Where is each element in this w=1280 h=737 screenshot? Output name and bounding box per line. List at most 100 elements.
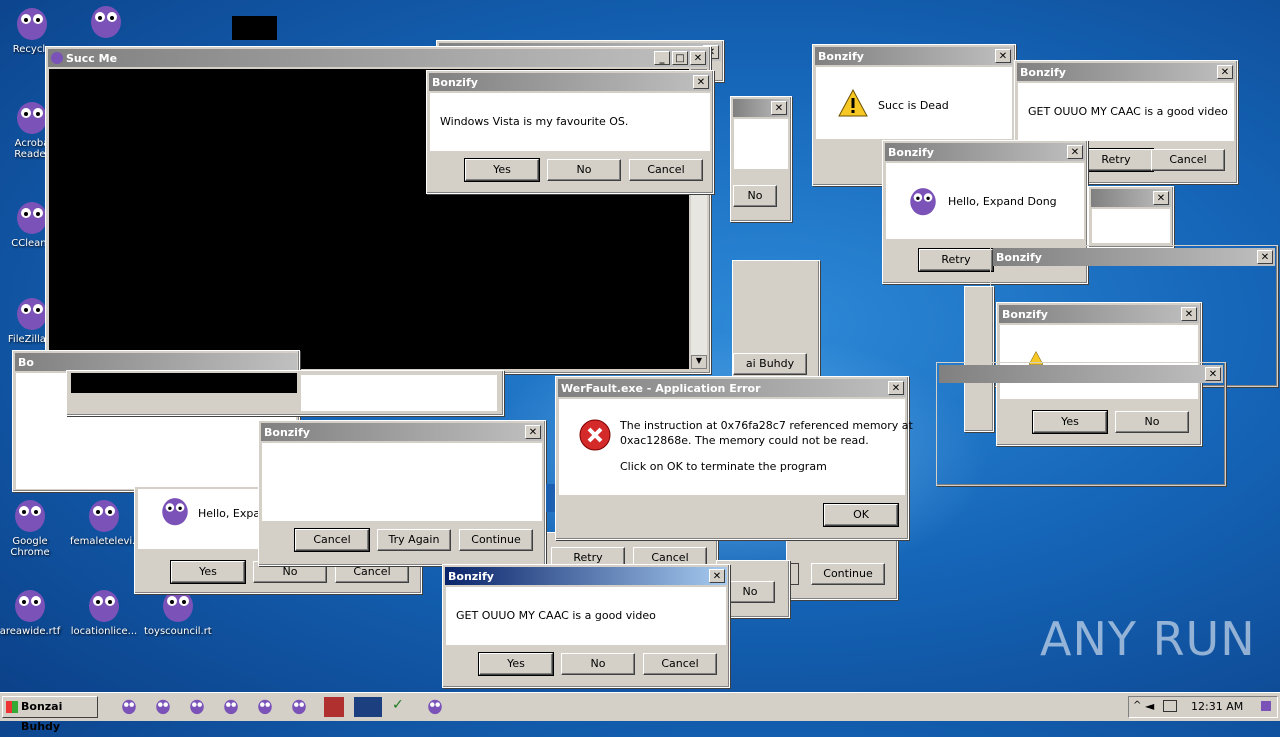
taskbar: Bonzai Buhdy ✓ ^ ◄ 12:31 AM <box>0 692 1280 733</box>
cancel-button[interactable]: Cancel <box>643 653 717 675</box>
desktop-icon-label: toyscouncil.rtf <box>144 626 212 637</box>
window-title: Bonzify <box>996 250 1042 264</box>
retry-button[interactable]: Retry <box>1078 148 1154 172</box>
bonzi-icon <box>91 6 121 38</box>
windows-logo-icon <box>6 701 18 713</box>
taskbar-app-icon[interactable] <box>324 697 344 717</box>
network-icon[interactable] <box>1163 700 1177 712</box>
system-tray: ^ ◄ 12:31 AM <box>1128 696 1278 718</box>
window-title: WerFault.exe - Application Error <box>561 381 761 395</box>
window-title: Bo <box>18 355 34 369</box>
no-button[interactable]: No <box>547 159 621 181</box>
desktop-icon-areawide[interactable]: areawide.rtf <box>0 584 64 637</box>
continue-button[interactable]: Continue <box>459 529 533 551</box>
taskbar-app-icon[interactable] <box>354 697 382 717</box>
bonzi-icon <box>910 188 936 216</box>
black-rect <box>232 16 277 40</box>
window-title: Bonzify <box>1002 307 1048 321</box>
close-icon[interactable]: ✕ <box>1217 65 1233 79</box>
minimize-icon[interactable]: _ <box>654 51 670 65</box>
window-left-back <box>66 370 504 416</box>
cancel-button[interactable]: Cancel <box>294 528 370 552</box>
message-text: Succ is Dead <box>878 99 949 112</box>
window-title: Bonzify <box>264 425 310 439</box>
error-line-3: Click on OK to terminate the program <box>620 460 827 473</box>
close-icon[interactable]: ✕ <box>1181 307 1197 321</box>
yes-button[interactable]: Yes <box>170 560 246 584</box>
desktop-icon-femaletelevi[interactable]: femaletelevi... <box>70 494 138 547</box>
taskbar-bonzi-icon[interactable] <box>154 697 174 717</box>
error-line-2: 0xac12868e. The memory could not be read… <box>620 434 869 447</box>
cancel-button[interactable]: Cancel <box>1151 149 1225 171</box>
window-try-again: Bonzify ✕ Cancel Try Again Continue <box>258 420 546 566</box>
taskbar-bonzi-icon[interactable] <box>188 697 208 717</box>
close-icon[interactable]: ✕ <box>709 569 725 583</box>
retry-button[interactable]: Retry <box>918 248 994 272</box>
start-button[interactable]: Bonzai Buhdy <box>2 696 98 733</box>
desktop-icon-label: femaletelevi... <box>70 536 138 547</box>
desktop-icon-chrome[interactable]: Google Chrome <box>0 494 64 558</box>
bonzi-icon <box>89 500 119 532</box>
close-icon[interactable]: ✕ <box>1257 250 1273 264</box>
buhdy-button[interactable]: ai Buhdy <box>733 353 807 375</box>
close-icon[interactable]: ✕ <box>888 381 904 395</box>
taskbar-bonzi-icon[interactable] <box>256 697 276 717</box>
window-continue: Continue <box>786 540 898 600</box>
taskbar-check-icon[interactable]: ✓ <box>392 697 412 717</box>
tray-arrow-icon[interactable]: ^ <box>1133 700 1141 711</box>
window-title: Bonzify <box>888 145 934 159</box>
anyrun-watermark: ANY RUN <box>1040 612 1256 666</box>
close-icon[interactable]: ✕ <box>1153 191 1169 205</box>
close-icon[interactable]: ✕ <box>525 425 541 439</box>
taskbar-bonzi-icon[interactable] <box>426 697 446 717</box>
no-button[interactable]: No <box>725 581 775 603</box>
black-strip <box>71 373 297 393</box>
bonzi-icon <box>17 8 47 40</box>
desktop-icon-label: locationlice... <box>70 626 138 637</box>
bonzi-icon <box>89 590 119 622</box>
continue-button[interactable]: Continue <box>811 563 885 585</box>
desktop-icon-label: Google Chrome <box>10 536 50 558</box>
bonzi-icon <box>15 500 45 532</box>
desktop-icon-locationlice[interactable]: locationlice... <box>70 584 138 637</box>
window-ouuo-bottom: Bonzify ✕ GET OUUO MY CAAC is a good vide… <box>442 564 730 688</box>
clock[interactable]: 12:31 AM <box>1191 700 1243 713</box>
yes-button[interactable]: Yes <box>478 652 554 676</box>
no-button[interactable]: No <box>733 185 777 207</box>
desktop-icon-bonzi[interactable] <box>72 0 140 42</box>
close-icon[interactable]: ✕ <box>1067 145 1083 159</box>
desktop-icon-label: areawide.rtf <box>0 626 61 637</box>
bonzi-icon <box>15 590 45 622</box>
ok-button[interactable]: OK <box>823 503 899 527</box>
maximize-icon[interactable]: □ <box>672 51 688 65</box>
close-icon[interactable]: ✕ <box>690 51 706 65</box>
bonzi-icon <box>162 498 188 526</box>
close-icon[interactable]: ✕ <box>771 101 787 115</box>
error-line-1: The instruction at 0x76fa28c7 referenced… <box>620 419 913 432</box>
close-icon[interactable]: ✕ <box>995 49 1011 63</box>
window-vista: Bonzify ✕ Windows Vista is my favourite O… <box>426 70 714 194</box>
message-text: Hello, Expan <box>198 507 268 520</box>
taskbar-bonzi-icon[interactable] <box>290 697 310 717</box>
tray-flag-icon[interactable] <box>1261 701 1271 711</box>
window-back-right: ✕ <box>1088 186 1174 248</box>
close-icon[interactable]: ✕ <box>693 75 709 89</box>
taskbar-bonzi-icon[interactable] <box>120 697 140 717</box>
window-empty-frame: ✕ <box>936 362 1226 486</box>
error-icon <box>579 419 611 451</box>
window-buhdy: ai Buhdy <box>732 260 820 378</box>
cancel-button[interactable]: Cancel <box>629 159 703 181</box>
volume-icon[interactable]: ◄ <box>1145 699 1154 713</box>
message-text: GET OUUO MY CAAC is a good video <box>1028 105 1228 118</box>
start-label: Bonzai Buhdy <box>21 700 63 733</box>
window-back-no: ✕ No <box>730 96 792 222</box>
taskbar-bonzi-icon[interactable] <box>222 697 242 717</box>
scroll-down-icon[interactable]: ▼ <box>691 355 707 369</box>
try-again-button[interactable]: Try Again <box>377 529 451 551</box>
yes-button[interactable]: Yes <box>464 158 540 182</box>
no-button[interactable]: No <box>561 653 635 675</box>
window-title: Bonzify <box>1020 65 1066 79</box>
window-werfault: WerFault.exe - Application Error ✕ The in… <box>555 376 913 540</box>
close-icon[interactable]: ✕ <box>1205 367 1221 381</box>
window-title: Bonzify <box>818 49 864 63</box>
